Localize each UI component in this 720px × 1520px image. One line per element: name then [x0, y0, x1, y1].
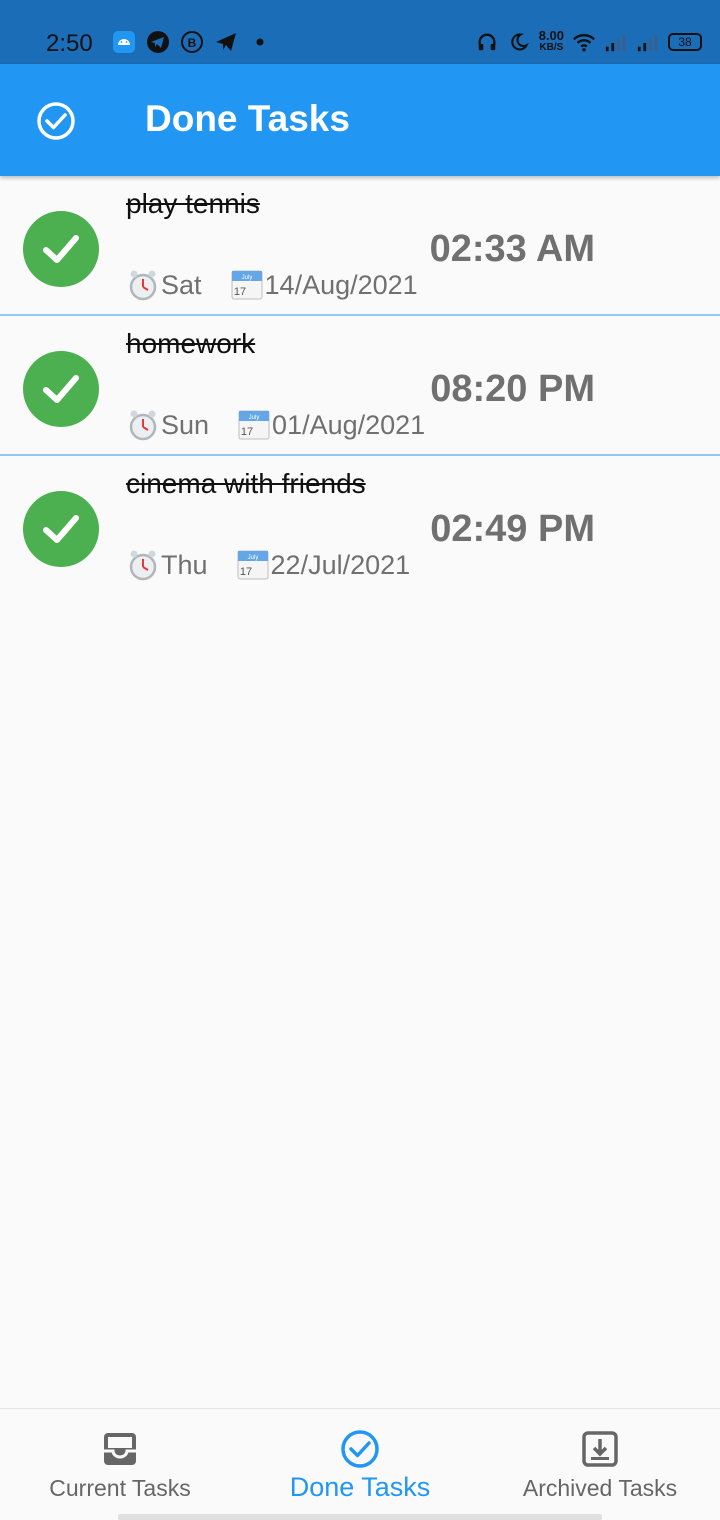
task-time: 08:20 PM [430, 368, 595, 410]
svg-text:July: July [247, 555, 258, 561]
moon-icon [507, 30, 531, 54]
status-bar: 2:50 B 8.00 KB/S 38 [0, 0, 720, 64]
check-circle-outline-icon [340, 1429, 380, 1469]
headphones-icon [475, 30, 499, 54]
dot-icon [248, 30, 272, 54]
task-list: play tennis 02:33 AM Sat July 17 14/Aug/2… [0, 176, 720, 594]
app-bar: Done Tasks [0, 64, 720, 176]
calendar-icon: July 17 [236, 548, 270, 582]
done-status-badge[interactable] [23, 491, 99, 567]
system-icons: 8.00 KB/S 38 [475, 28, 702, 54]
alarm-clock-icon [126, 408, 160, 442]
done-status-badge[interactable] [23, 351, 99, 427]
task-day: Sat [161, 269, 202, 300]
alarm-clock-icon [126, 268, 160, 302]
net-speed: 8.00 KB/S [538, 28, 564, 53]
nav-label: Archived Tasks [522, 1475, 678, 1501]
task-day: Sun [161, 409, 210, 440]
send-icon [214, 30, 238, 54]
task-date: 14/Aug/2021 [264, 269, 418, 300]
calendar-icon: July 17 [230, 268, 264, 302]
android-icon [112, 30, 136, 54]
home-indicator [118, 1514, 602, 1520]
nav-done-tasks[interactable]: Done Tasks [240, 1409, 480, 1520]
check-icon [43, 515, 79, 543]
check-icon [43, 235, 79, 263]
check-icon [43, 375, 79, 403]
task-time: 02:33 AM [429, 228, 595, 270]
nav-label: Current Tasks [49, 1475, 191, 1501]
task-title: play tennis [126, 188, 260, 219]
signal-icon [604, 30, 628, 54]
task-meta: Thu July 17 22/Jul/2021 [126, 548, 410, 582]
wifi-icon [572, 30, 596, 54]
task-time: 02:49 PM [430, 508, 595, 550]
svg-text:17: 17 [239, 566, 251, 578]
task-day: Thu [161, 549, 208, 580]
b-badge-icon: B [180, 30, 204, 54]
task-meta: Sun July 17 01/Aug/2021 [126, 408, 425, 442]
battery-indicator: 38 [668, 33, 702, 51]
bottom-navigation: Current Tasks Done Tasks Archived Tasks [0, 1408, 720, 1520]
task-date: 01/Aug/2021 [272, 409, 426, 440]
svg-text:July: July [249, 415, 260, 421]
notification-icons: B [112, 30, 272, 54]
nav-current-tasks[interactable]: Current Tasks [0, 1409, 240, 1520]
check-circle-outline-icon [36, 101, 76, 141]
svg-text:B: B [188, 36, 197, 50]
task-title: homework [126, 328, 256, 359]
task-item[interactable]: cinema with friends 02:49 PM Thu July 17 … [0, 456, 720, 594]
svg-text:17: 17 [241, 426, 253, 438]
task-item[interactable]: homework 08:20 PM Sun July 17 01/Aug/2021 [0, 316, 720, 454]
done-status-badge[interactable] [23, 211, 99, 287]
telegram-icon [146, 30, 170, 54]
nav-label: Done Tasks [289, 1472, 431, 1502]
task-meta: Sat July 17 14/Aug/2021 [126, 268, 418, 302]
page-title: Done Tasks [145, 98, 350, 139]
task-item[interactable]: play tennis 02:33 AM Sat July 17 14/Aug/2… [0, 176, 720, 314]
alarm-clock-icon [126, 548, 160, 582]
svg-text:17: 17 [233, 286, 245, 298]
task-title: cinema with friends [126, 468, 366, 499]
status-time: 2:50 [46, 30, 93, 57]
nav-archived-tasks[interactable]: Archived Tasks [480, 1409, 720, 1520]
task-date: 22/Jul/2021 [270, 549, 411, 580]
archive-icon [580, 1429, 620, 1469]
calendar-icon: July 17 [237, 408, 271, 442]
inbox-icon [100, 1429, 140, 1469]
svg-text:July: July [241, 275, 252, 281]
signal-icon-2 [636, 30, 660, 54]
